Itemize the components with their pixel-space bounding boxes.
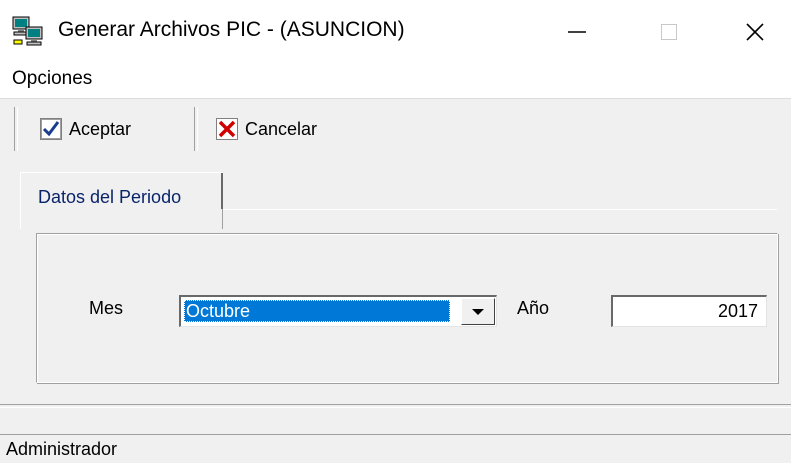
bottom-separator	[0, 404, 791, 408]
tab-label: Datos del Periodo	[38, 187, 182, 207]
month-dropdown-button[interactable]	[461, 298, 495, 325]
maximize-icon	[661, 24, 677, 40]
window-title: Generar Archivos PIC - (ASUNCION)	[58, 18, 405, 41]
title-bar[interactable]: Generar Archivos PIC - (ASUNCION)	[0, 0, 791, 64]
toolbar-grip[interactable]	[14, 107, 18, 151]
close-icon	[746, 23, 764, 41]
menu-bar: Opciones	[0, 64, 791, 98]
month-select[interactable]: Octubre	[179, 295, 497, 327]
toolbar-separator	[194, 107, 198, 151]
tab-control: Datos del Periodo Mes Octubre Año 2017	[0, 158, 791, 406]
period-group-box: Mes Octubre Año 2017	[36, 233, 778, 383]
status-bar: Administrador	[0, 434, 791, 463]
app-window: Generar Archivos PIC - (ASUNCION) Opcion…	[0, 0, 791, 463]
cancel-button[interactable]: Cancelar	[216, 113, 317, 145]
accept-label: Aceptar	[69, 118, 132, 139]
red-x-icon	[216, 118, 238, 140]
accept-button[interactable]: Aceptar	[40, 113, 131, 145]
close-button[interactable]	[722, 0, 788, 64]
menu-opciones[interactable]: Opciones	[12, 68, 92, 90]
toolbar: Aceptar Cancelar	[0, 98, 791, 159]
cancel-label: Cancelar	[245, 118, 318, 139]
maximize-button[interactable]	[636, 0, 702, 64]
month-select-value[interactable]: Octubre	[184, 300, 450, 322]
tab-edge	[221, 173, 223, 209]
checkmark-icon	[40, 118, 62, 140]
month-label: Mes	[89, 298, 124, 318]
status-user: Administrador	[6, 439, 118, 459]
year-label: Año	[517, 298, 550, 318]
tab-panel: Mes Octubre Año 2017	[20, 209, 778, 392]
app-computers-icon	[10, 14, 46, 50]
dropdown-arrow-icon	[472, 308, 484, 315]
year-input[interactable]: 2017	[611, 295, 767, 327]
minimize-button[interactable]	[544, 0, 610, 64]
tab-datos-del-periodo[interactable]: Datos del Periodo	[20, 172, 223, 229]
minimize-icon	[568, 31, 586, 33]
